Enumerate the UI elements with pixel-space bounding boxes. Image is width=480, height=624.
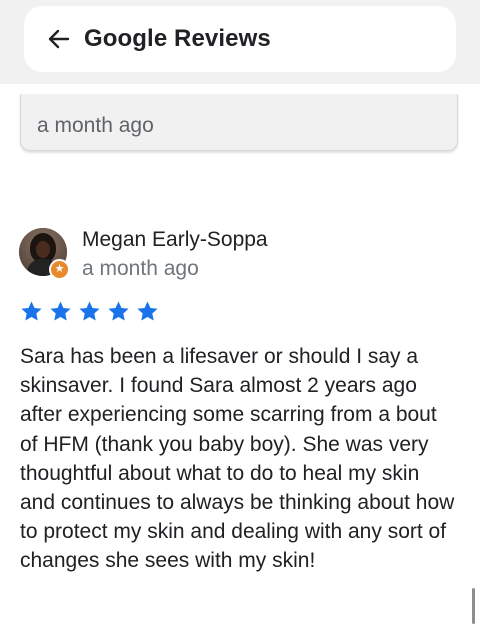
star-icon bbox=[108, 301, 129, 321]
star-icon bbox=[79, 301, 100, 321]
previous-review-card[interactable]: a month ago bbox=[20, 94, 458, 151]
arrow-left-icon bbox=[48, 29, 70, 49]
star-icon bbox=[137, 301, 158, 321]
page-title: Google Reviews bbox=[84, 25, 271, 52]
previous-review-time: a month ago bbox=[37, 114, 154, 137]
header-card: Google Reviews bbox=[24, 6, 456, 72]
scrollbar[interactable] bbox=[472, 588, 475, 624]
top-bar: Google Reviews bbox=[0, 0, 480, 84]
review-time: a month ago bbox=[82, 257, 199, 280]
reviewer-name[interactable]: Megan Early-Soppa bbox=[82, 228, 268, 252]
star-icon bbox=[50, 301, 71, 321]
rating-stars bbox=[20, 300, 159, 323]
local-guide-star-icon: ★ bbox=[49, 259, 70, 280]
back-button[interactable] bbox=[44, 24, 74, 54]
star-icon bbox=[21, 301, 42, 321]
review-text: Sara has been a lifesaver or should I sa… bbox=[20, 345, 455, 573]
